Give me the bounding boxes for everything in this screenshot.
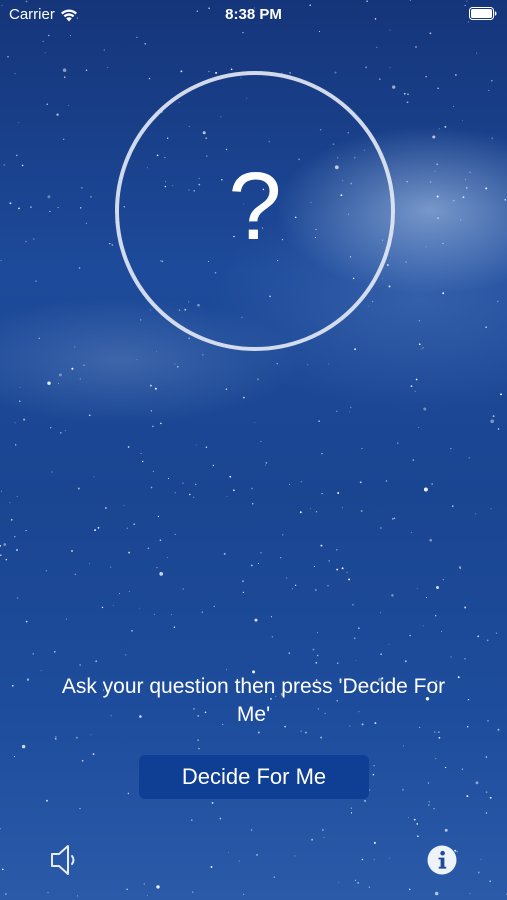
info-button[interactable]: [427, 845, 457, 875]
decide-button-label: Decide For Me: [181, 764, 327, 789]
status-bar: Carrier 8:38 PM: [0, 0, 507, 28]
instructions-text: Ask your question then press 'Decide For…: [61, 675, 446, 726]
status-time: 8:38 PM: [225, 6, 282, 23]
answer-circle: ?: [115, 71, 395, 351]
decide-for-me-button[interactable]: Decide For Me: [139, 755, 369, 799]
speaker-icon: [51, 845, 75, 875]
info-icon: [427, 845, 457, 875]
battery-icon: [469, 7, 497, 20]
answer-symbol: ?: [228, 153, 282, 260]
sound-toggle-button[interactable]: [48, 842, 84, 878]
